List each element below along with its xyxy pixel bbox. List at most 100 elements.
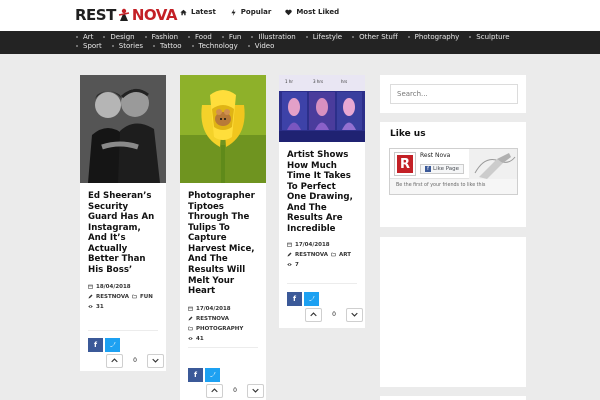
downvote-button[interactable] [247, 383, 264, 398]
share-row-3: f [279, 291, 365, 306]
vote-row-2: 0 [206, 383, 266, 398]
category-stories[interactable]: Stories [112, 42, 143, 50]
category-other-stuff[interactable]: Other Stuff [352, 33, 398, 41]
search-input[interactable] [390, 84, 518, 104]
page-logo[interactable]: R [394, 152, 416, 176]
category-row-2: Sport Stories Tattoo Technology Video [76, 42, 284, 50]
twitter-share-button[interactable] [205, 367, 220, 382]
post-views-2: 41 [196, 335, 204, 342]
post-title-3[interactable]: Artist Shows How Much Time It Takes To P… [279, 150, 365, 235]
folder-icon [188, 326, 193, 331]
share-row-2: f [180, 367, 266, 382]
facebook-share-button[interactable]: f [88, 337, 103, 352]
facebook-page-header: R Rest Nova f Like Page [390, 149, 517, 179]
folder-icon [132, 294, 137, 299]
facebook-page-plugin: R Rest Nova f Like Page Be the first of … [389, 148, 518, 195]
category-sculpture[interactable]: Sculpture [469, 33, 509, 41]
vote-count-3: 0 [332, 311, 336, 318]
nav-popular[interactable]: Popular [230, 8, 272, 16]
twitter-icon [308, 296, 315, 301]
nav-latest[interactable]: Latest [180, 8, 216, 16]
upvote-button[interactable] [106, 353, 123, 368]
card-divider [188, 346, 258, 348]
facebook-friends-text: Be the first of your friends to like thi… [396, 183, 486, 188]
twitter-share-button[interactable] [304, 291, 319, 306]
category-photography[interactable]: Photography [408, 33, 460, 41]
post-date-1: 18/04/2018 [96, 283, 131, 290]
calendar-icon [88, 284, 93, 289]
category-fun[interactable]: Fun [222, 33, 242, 41]
category-design[interactable]: Design [103, 33, 134, 41]
top-nav: Latest Popular Most Liked [180, 8, 339, 16]
category-fashion[interactable]: Fashion [145, 33, 178, 41]
category-row-1: Art Design Fashion Food Fun Illustration… [76, 33, 520, 41]
chevron-up-icon [111, 358, 118, 363]
chevron-down-icon [351, 312, 358, 317]
facebook-page-name[interactable]: Rest Nova [420, 152, 450, 159]
svg-text:1 hr: 1 hr [285, 79, 293, 84]
category-technology[interactable]: Technology [192, 42, 238, 50]
nav-most-liked[interactable]: Most Liked [285, 8, 339, 16]
post-image-3[interactable]: 1 hr 3 hrs hrs [279, 75, 365, 142]
downvote-button[interactable] [147, 353, 164, 368]
like-us-title: Like us [390, 129, 426, 139]
pencil-icon [88, 294, 93, 299]
vote-count-1: 0 [133, 357, 137, 364]
vote-row-3: 0 [305, 307, 365, 322]
post-card-1: Ed Sheeran’s Security Guard Has An Insta… [80, 75, 166, 371]
logo-figure-icon [118, 8, 129, 21]
like-us-widget: Like us R Rest Nova f Like Page Be the f… [380, 122, 526, 227]
site-logo[interactable]: REST NOVA [75, 5, 177, 25]
svg-text:3 hrs: 3 hrs [313, 79, 323, 84]
share-row-1: f [80, 337, 166, 352]
facebook-like-page-button[interactable]: f Like Page [420, 164, 465, 174]
category-video[interactable]: Video [248, 42, 275, 50]
category-illustration[interactable]: Illustration [251, 33, 295, 41]
chevron-up-icon [310, 312, 317, 317]
twitter-icon [209, 372, 216, 377]
post-meta-2: 17/04/2018 RESTNOVA PHOTOGRAPHY 41 [180, 306, 266, 342]
svg-text:hrs: hrs [341, 79, 347, 84]
post-date-2: 17/04/2018 [196, 305, 231, 312]
sidebar-widget-next [380, 396, 526, 400]
post-views-3: 7 [295, 261, 299, 268]
twitter-share-button[interactable] [105, 337, 120, 352]
folder-icon [331, 252, 336, 257]
pencil-icon [188, 316, 193, 321]
post-category-2[interactable]: PHOTOGRAPHY [196, 326, 243, 332]
post-author-1[interactable]: RESTNOVA [96, 294, 129, 300]
post-author-3[interactable]: RESTNOVA [295, 252, 328, 258]
post-author-2[interactable]: RESTNOVA [196, 316, 229, 322]
category-food[interactable]: Food [188, 33, 212, 41]
eye-icon [188, 337, 193, 340]
post-category-3[interactable]: ART [339, 252, 351, 258]
vote-count-2: 0 [233, 387, 237, 395]
post-title-2[interactable]: Photographer Tiptoes Through The Tulips … [180, 191, 266, 297]
post-image-1[interactable] [80, 75, 166, 183]
nav-popular-label: Popular [240, 8, 272, 16]
post-title-1[interactable]: Ed Sheeran’s Security Guard Has An Insta… [80, 191, 166, 276]
post-image-2[interactable] [180, 75, 266, 183]
facebook-share-button[interactable]: f [287, 291, 302, 306]
search-widget [380, 75, 526, 113]
logo-text-rest: REST [75, 6, 116, 24]
category-lifestyle[interactable]: Lifestyle [306, 33, 342, 41]
vote-row-1: 0 [106, 353, 166, 368]
logo-text-nova: NOVA [131, 6, 178, 24]
category-sport[interactable]: Sport [76, 42, 102, 50]
category-tattoo[interactable]: Tattoo [153, 42, 181, 50]
chevron-down-icon [152, 358, 159, 363]
nav-latest-label: Latest [191, 8, 216, 16]
eye-icon [287, 263, 292, 266]
upvote-button[interactable] [206, 383, 223, 398]
site-header: REST NOVA Latest Popular Most Liked [0, 0, 600, 31]
home-icon [180, 9, 187, 15]
post-category-1[interactable]: FUN [140, 294, 153, 300]
category-art[interactable]: Art [76, 33, 93, 41]
downvote-button[interactable] [346, 307, 363, 322]
facebook-share-button[interactable]: f [188, 367, 203, 382]
sidebar-widget-blank [380, 237, 526, 387]
heart-icon [285, 9, 292, 15]
page-cover-image [469, 149, 517, 179]
upvote-button[interactable] [305, 307, 322, 322]
